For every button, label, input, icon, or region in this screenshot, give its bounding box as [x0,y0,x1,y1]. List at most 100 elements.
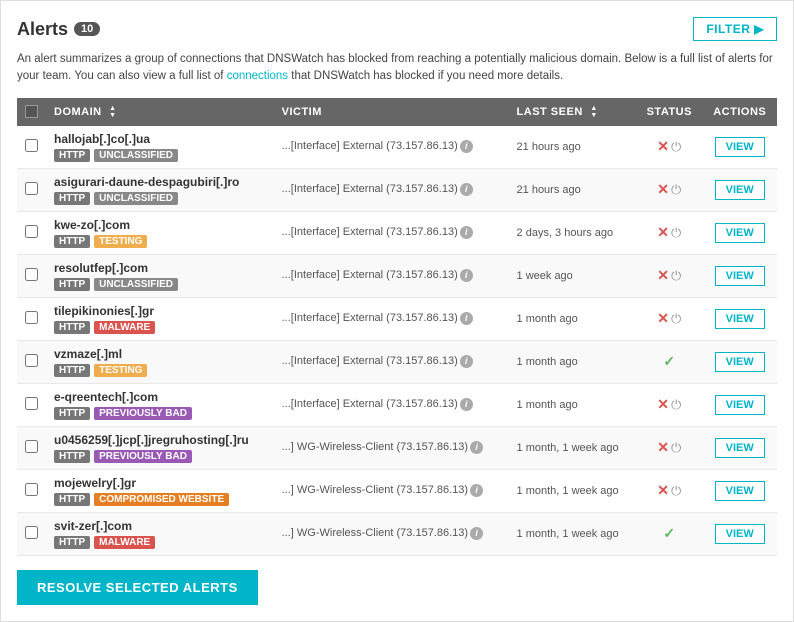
row-checkbox-cell [17,383,46,426]
plug-icon[interactable]: ⏻ [671,311,681,327]
plug-icon[interactable]: ⏻ [671,225,681,241]
view-button[interactable]: VIEW [715,352,765,372]
domain-cell: hallojab[.]co[.]uaHTTPUNCLASSIFIED [46,126,274,169]
table-row: resolutfep[.]comHTTPUNCLASSIFIED...[Inte… [17,254,777,297]
domain-name: tilepikinonies[.]gr [54,304,266,318]
table-row: tilepikinonies[.]grHTTPMALWARE...[Interf… [17,297,777,340]
header-status: STATUS [636,98,702,126]
info-icon[interactable]: i [460,355,473,368]
view-button[interactable]: VIEW [715,223,765,243]
row-checkbox-cell [17,211,46,254]
domain-cell: kwe-zo[.]comHTTPTESTING [46,211,274,254]
row-checkbox[interactable] [25,311,38,324]
view-button[interactable]: VIEW [715,309,765,329]
row-checkbox[interactable] [25,268,38,281]
last-seen-cell: 1 month, 1 week ago [509,426,637,469]
row-checkbox[interactable] [25,440,38,453]
victim-cell: ...[Interface] External (73.157.86.13)i [274,126,509,169]
status-cell: ✕ ⏻ [636,297,702,340]
last-seen-cell: 1 month ago [509,383,637,426]
table-row: vzmaze[.]mlHTTPTESTING...[Interface] Ext… [17,340,777,383]
victim-text: ...[Interface] External (73.157.86.13) [282,355,458,367]
x-icon: ✕ [657,439,669,455]
row-checkbox[interactable] [25,483,38,496]
plug-icon[interactable]: ⏻ [671,483,681,499]
plug-icon[interactable]: ⏻ [671,182,681,198]
row-checkbox[interactable] [25,354,38,367]
info-icon[interactable]: i [470,484,483,497]
view-button[interactable]: VIEW [715,481,765,501]
plug-icon[interactable]: ⏻ [671,397,681,413]
domain-cell: u0456259[.]jcp[.]jregruhosting[.]ruHTTPP… [46,426,274,469]
info-icon[interactable]: i [470,527,483,540]
last-seen-cell: 21 hours ago [509,168,637,211]
info-icon[interactable]: i [460,226,473,239]
last-seen-sort-arrows[interactable]: ▲▼ [590,105,597,119]
domain-cell: svit-zer[.]comHTTPMALWARE [46,512,274,555]
row-checkbox[interactable] [25,225,38,238]
info-icon[interactable]: i [460,183,473,196]
domain-sort-arrows[interactable]: ▲▼ [109,105,116,119]
last-seen-cell: 2 days, 3 hours ago [509,211,637,254]
row-checkbox[interactable] [25,526,38,539]
last-seen-text: 1 month ago [517,399,578,411]
actions-cell: VIEW [702,297,777,340]
row-checkbox-cell [17,254,46,297]
domain-name: vzmaze[.]ml [54,347,266,361]
info-icon[interactable]: i [460,269,473,282]
row-checkbox[interactable] [25,182,38,195]
resolve-selected-button[interactable]: RESOLVE SELECTED ALERTS [17,570,258,605]
view-button[interactable]: VIEW [715,266,765,286]
header-actions: ACTIONS [702,98,777,126]
plug-icon[interactable]: ⏻ [671,139,681,155]
victim-cell: ...[Interface] External (73.157.86.13)i [274,168,509,211]
table-row: asigurari-daune-despagubiri[.]roHTTPUNCL… [17,168,777,211]
info-icon[interactable]: i [460,398,473,411]
domain-cell: e-qreentech[.]comHTTPPREVIOUSLY BAD [46,383,274,426]
table-header: DOMAIN ▲▼ VICTIM LAST SEEN ▲▼ STATUS ACT… [17,98,777,126]
view-button[interactable]: VIEW [715,395,765,415]
plug-icon[interactable]: ⏻ [671,268,681,284]
connections-link[interactable]: connections [227,70,288,82]
x-icon: ✕ [657,138,669,154]
actions-cell: VIEW [702,383,777,426]
header-row: Alerts 10 FILTER ▶ [17,17,777,41]
table-body: hallojab[.]co[.]uaHTTPUNCLASSIFIED...[In… [17,126,777,556]
row-checkbox[interactable] [25,397,38,410]
victim-text: ...] WG-Wireless-Client (73.157.86.13) [282,484,468,496]
actions-cell: VIEW [702,211,777,254]
row-checkbox[interactable] [25,139,38,152]
filter-button[interactable]: FILTER ▶ [693,17,777,41]
x-icon: ✕ [657,181,669,197]
table-row: hallojab[.]co[.]uaHTTPUNCLASSIFIED...[In… [17,126,777,169]
alert-count-badge: 10 [74,22,100,36]
x-icon: ✕ [657,224,669,240]
domain-cell: asigurari-daune-despagubiri[.]roHTTPUNCL… [46,168,274,211]
info-icon[interactable]: i [460,140,473,153]
last-seen-text: 21 hours ago [517,141,581,153]
row-checkbox-cell [17,340,46,383]
domain-name: svit-zer[.]com [54,519,266,533]
plug-icon[interactable]: ⏻ [671,440,681,456]
last-seen-text: 21 hours ago [517,184,581,196]
view-button[interactable]: VIEW [715,180,765,200]
view-button[interactable]: VIEW [715,438,765,458]
info-icon[interactable]: i [470,441,483,454]
actions-cell: VIEW [702,254,777,297]
victim-cell: ...[Interface] External (73.157.86.13)i [274,340,509,383]
tag-http: HTTP [54,235,90,248]
actions-cell: VIEW [702,426,777,469]
tag-testing: TESTING [94,364,147,377]
view-button[interactable]: VIEW [715,524,765,544]
tag-previously-bad: PREVIOUSLY BAD [94,407,192,420]
tag-http: HTTP [54,321,90,334]
select-all-checkbox[interactable] [25,105,38,118]
actions-cell: VIEW [702,469,777,512]
domain-name: hallojab[.]co[.]ua [54,132,266,146]
victim-text: ...[Interface] External (73.157.86.13) [282,269,458,281]
view-button[interactable]: VIEW [715,137,765,157]
victim-text: ...] WG-Wireless-Client (73.157.86.13) [282,527,468,539]
info-icon[interactable]: i [460,312,473,325]
status-cell: ✕ ⏻ [636,254,702,297]
victim-text: ...[Interface] External (73.157.86.13) [282,226,458,238]
